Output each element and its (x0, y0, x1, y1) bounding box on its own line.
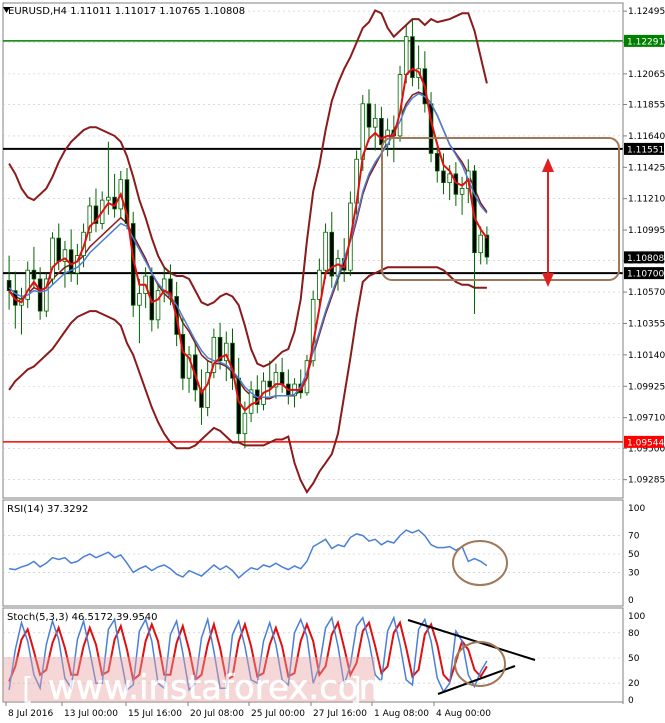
price-tick-label: 1.11855 (628, 101, 665, 111)
price-tag: 1.10808 (627, 254, 664, 264)
price-tick-label: 1.10140 (628, 351, 665, 361)
svg-text:]: ] (350, 672, 362, 707)
chart-root: 1.124951.122801.120651.118551.116401.114… (0, 0, 665, 723)
price-tick-label: 1.10570 (628, 288, 665, 298)
price-tick-label: 1.10355 (628, 319, 665, 329)
price-tick-label: 1.09710 (628, 414, 665, 424)
price-tick-label: 1.10995 (628, 226, 665, 236)
time-tick-label: 4 Aug 00:00 (436, 709, 491, 719)
osc-tick-label: 80 (628, 629, 640, 639)
price-tick-label: 1.11425 (628, 163, 665, 173)
candle (44, 273, 49, 317)
time-tick-label: 13 Jul 00:00 (64, 709, 118, 719)
time-tick-label: 20 Jul 08:00 (190, 709, 244, 719)
price-tick-label: 1.11640 (628, 132, 665, 142)
rsi-title: RSI(14) 37.3292 (7, 504, 88, 515)
stoch-title: Stoch(5,3,3) 46.5172 39.9540 (7, 612, 158, 623)
osc-tick-label: 100 (628, 612, 645, 622)
osc-tick-label: 100 (628, 504, 645, 514)
main-title: EURUSD,H4 1.11011 1.11017 1.10765 1.1080… (8, 6, 245, 17)
price-tag: 1.10700 (627, 270, 664, 280)
rsi-panel: 100 70 50 30 0 RSI(14) 37.3292 (2, 499, 645, 607)
osc-tick-label: 20 (628, 679, 640, 689)
time-tick-label: 27 Jul 16:00 (313, 709, 367, 719)
osc-tick-label: 50 (628, 654, 640, 664)
time-tick-label: 25 Jul 00:00 (251, 709, 305, 719)
time-tick-label: 1 Aug 08:00 (374, 709, 429, 719)
time-tick-label: 15 Jul 16:00 (128, 709, 182, 719)
watermark: www.instaforex.com [ ] (3, 657, 392, 708)
osc-tick-label: 0 (628, 596, 634, 606)
main-panel: 1.124951.122801.120651.118551.116401.114… (2, 2, 665, 499)
price-tick-label: 1.11210 (628, 195, 665, 205)
price-tag: 1.12291 (627, 37, 664, 47)
osc-tick-label: 50 (628, 550, 640, 560)
price-tick-label: 1.12495 (628, 7, 665, 17)
candle (50, 232, 55, 285)
osc-tick-label: 70 (628, 532, 640, 542)
price-tick-label: 1.09925 (628, 382, 665, 392)
price-tick-label: 1.09285 (628, 476, 665, 486)
osc-tick-label: 0 (628, 696, 634, 706)
price-tag: 1.11551 (627, 145, 664, 155)
time-tick-label: 8 Jul 2016 (8, 709, 53, 719)
price-tick-label: 1.12065 (628, 70, 665, 80)
watermark-text: www.instaforex.com (48, 668, 392, 708)
osc-tick-label: 30 (628, 568, 640, 578)
price-tag: 1.09544 (627, 438, 664, 448)
svg-text:[: [ (22, 672, 34, 707)
